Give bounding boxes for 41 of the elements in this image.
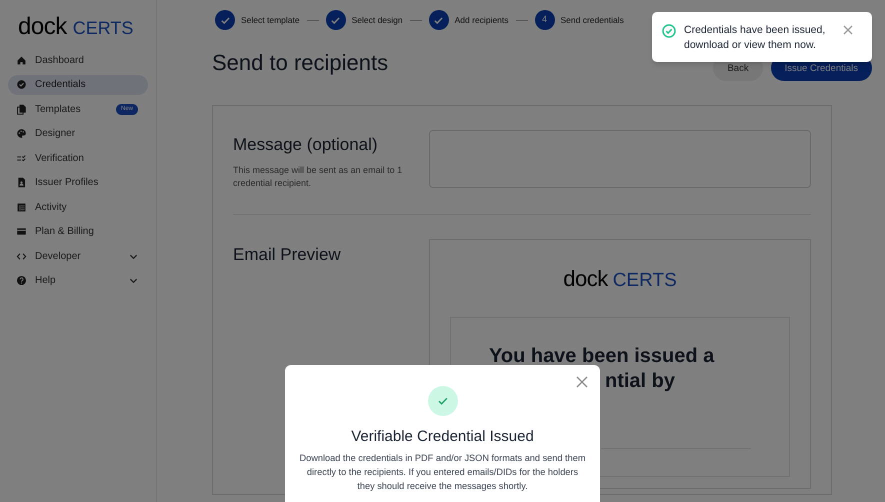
dialog-message: Download the credentials in PDF and/or JSON formats and send them directly to the recipients. If you entered emails/DIDs for the holders they should receive the messages shortly. — [299, 452, 586, 493]
card-icon — [16, 226, 27, 237]
sidebar-item[interactable]: Verification — [8, 148, 148, 168]
profile-icon — [16, 177, 27, 188]
dialog-title: Verifiable Credential Issued — [351, 428, 534, 446]
home-icon — [16, 54, 27, 66]
logo-wordmark: dock — [18, 12, 67, 42]
email-heading: You have been issued a — [489, 344, 714, 369]
page-title: Send to recipients — [212, 48, 388, 77]
toast-message: Credentials have been issued, download or view them now. — [684, 23, 826, 53]
logo-brand: CERTS — [72, 17, 134, 40]
step-label: Select template — [241, 14, 300, 26]
email-heading: ntial by — [605, 369, 676, 394]
palette-icon — [16, 128, 27, 139]
section-title: Message (optional) — [233, 134, 379, 156]
sidebar-item[interactable]: Designer — [8, 124, 148, 144]
logo-brand: CERTS — [612, 268, 677, 292]
badge-icon — [16, 79, 27, 90]
sidebar-item[interactable]: Activity — [8, 197, 148, 217]
section-title: Email Preview — [233, 244, 342, 266]
logo-wordmark: dock — [563, 264, 608, 292]
sidebar-item[interactable]: Help — [8, 270, 148, 290]
close-button[interactable] — [842, 24, 854, 36]
sidebar-item[interactable]: Plan & Billing — [8, 222, 148, 242]
step-label: Add recipients — [454, 14, 509, 26]
help-icon — [16, 275, 27, 286]
checklist-icon — [16, 152, 27, 164]
documents-icon — [16, 104, 27, 114]
sidebar-item[interactable]: Credentials — [8, 74, 148, 94]
sidebar-item[interactable]: Developer — [8, 246, 148, 266]
step-label: Send credentials — [560, 14, 624, 26]
close-button[interactable] — [576, 376, 588, 388]
sidebar-item[interactable]: Dashboard — [8, 50, 148, 70]
code-icon — [16, 250, 27, 262]
list-icon — [16, 202, 27, 212]
step-label: Select design — [352, 14, 403, 26]
success-icon — [662, 24, 676, 38]
success-icon — [428, 386, 458, 416]
step-number: 4 — [534, 10, 555, 30]
sidebar-item[interactable]: Issuer Profiles — [8, 172, 148, 192]
section-hint: This message will be sent as an email to 1 credential recipient. — [233, 164, 404, 190]
